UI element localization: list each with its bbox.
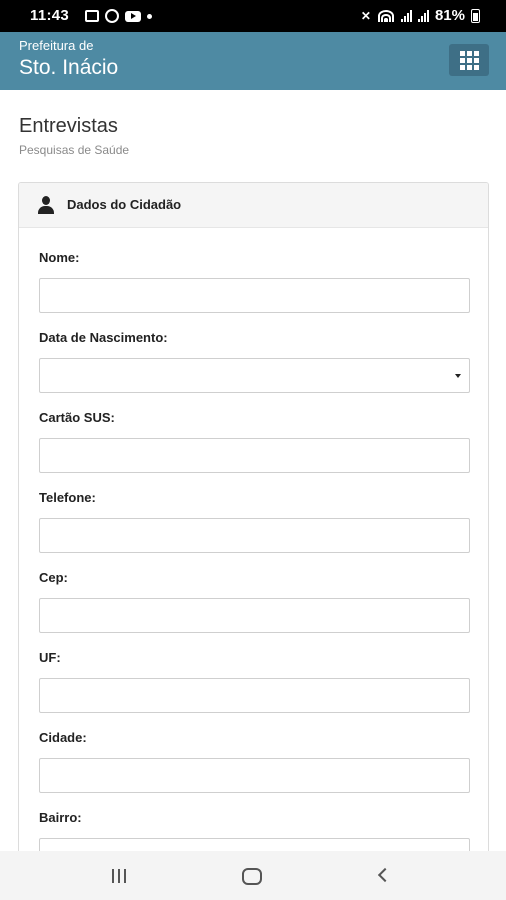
- app-subtitle: Prefeitura de: [19, 38, 94, 53]
- chevron-down-icon: [455, 374, 461, 378]
- cartao-sus-input[interactable]: [39, 438, 470, 473]
- field-cidade: Cidade:: [39, 730, 470, 793]
- cep-input[interactable]: [39, 598, 470, 633]
- field-cep: Cep:: [39, 570, 470, 633]
- field-cartao-sus: Cartão SUS:: [39, 410, 470, 473]
- wifi-icon: [377, 9, 395, 22]
- field-label: Cartão SUS:: [39, 410, 115, 425]
- uf-input[interactable]: [39, 678, 470, 713]
- telefone-input[interactable]: [39, 518, 470, 553]
- battery-icon: [471, 8, 480, 23]
- recent-apps-icon[interactable]: [112, 869, 126, 883]
- mute-icon: ✕: [360, 8, 371, 23]
- home-icon[interactable]: [242, 868, 262, 885]
- app-title: Sto. Inácio: [19, 56, 119, 79]
- system-icons: ✕ 81%: [361, 7, 480, 24]
- user-icon: [38, 196, 54, 214]
- system-nav-bar: [0, 851, 506, 900]
- birthdate-select[interactable]: [39, 358, 470, 393]
- field-label: Cep:: [39, 570, 68, 585]
- status-bar: 11:43 ✕ 81%: [0, 0, 506, 32]
- field-label: UF:: [39, 650, 61, 665]
- field-label: Data de Nascimento:: [39, 330, 168, 345]
- field-nome: Nome:: [39, 250, 470, 313]
- notification-icons: [85, 9, 152, 23]
- citizen-data-panel: Dados do Cidadão Nome: Data de Nasciment…: [18, 182, 489, 882]
- page-title: Entrevistas: [19, 115, 118, 137]
- back-icon[interactable]: [377, 867, 393, 883]
- field-label: Nome:: [39, 250, 80, 265]
- field-data-nascimento: Data de Nascimento:: [39, 330, 470, 393]
- field-label: Cidade:: [39, 730, 87, 745]
- signal-icon: [400, 9, 412, 22]
- field-telefone: Telefone:: [39, 490, 470, 553]
- page-subtitle: Pesquisas de Saúde: [19, 143, 130, 157]
- cidade-input[interactable]: [39, 758, 470, 793]
- youtube-icon: [125, 10, 141, 22]
- gallery-icon: [85, 10, 99, 22]
- menu-button[interactable]: [449, 44, 489, 76]
- battery-percent: 81%: [434, 7, 465, 24]
- status-time: 11:43: [30, 7, 70, 24]
- grid-icon: [459, 50, 479, 70]
- panel-title: Dados do Cidadão: [67, 197, 182, 212]
- signal-icon-2: [417, 9, 429, 22]
- field-uf: UF:: [39, 650, 470, 713]
- nome-input[interactable]: [39, 278, 470, 313]
- field-label: Telefone:: [39, 490, 96, 505]
- panel-header: Dados do Cidadão: [19, 183, 488, 228]
- app-header: Prefeitura de Sto. Inácio: [0, 32, 506, 90]
- dot-icon: [147, 13, 152, 19]
- field-label: Bairro:: [39, 810, 82, 825]
- whatsapp-icon: [105, 9, 119, 23]
